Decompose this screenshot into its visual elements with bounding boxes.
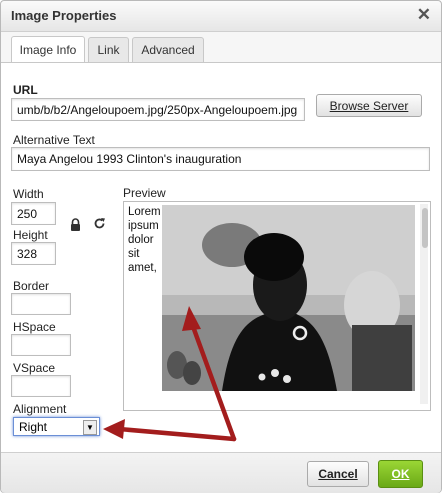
annotation-arrows bbox=[103, 306, 237, 442]
image-properties-dialog: Image Properties ✕ Image Info Link Advan… bbox=[0, 0, 442, 493]
